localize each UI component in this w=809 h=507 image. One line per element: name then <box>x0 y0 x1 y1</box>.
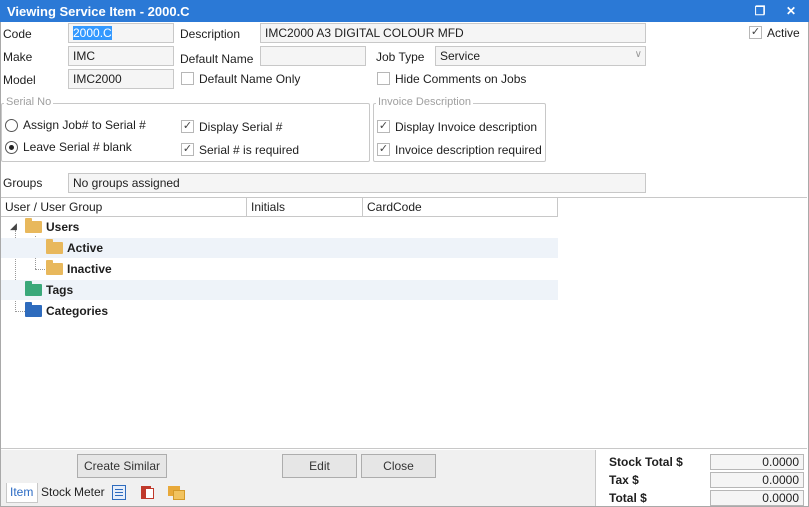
serial-required-label: Serial # is required <box>199 143 300 157</box>
folder-icon <box>46 260 63 275</box>
active-label: Active <box>767 26 800 40</box>
default-name-only-label: Default Name Only <box>199 72 301 86</box>
description-label: Description <box>180 27 241 41</box>
default-name-only-checkbox[interactable] <box>181 72 194 85</box>
job-type-value: Service <box>440 49 481 63</box>
make-label: Make <box>3 50 33 64</box>
close-icon[interactable]: ✕ <box>783 3 799 19</box>
tax-value: 0.0000 <box>710 472 804 488</box>
tree-row-label: Inactive <box>67 262 112 276</box>
total-label: Total $ <box>609 491 647 505</box>
description-field[interactable]: IMC2000 A3 DIGITAL COLOUR MFD <box>260 23 646 43</box>
tree-row-inactive[interactable]: Inactive <box>1 259 558 279</box>
display-invoice-description-checkbox[interactable]: ✓ <box>377 120 390 133</box>
user-group-tree-grid: User / User Group Initials CardCode ◢ Us… <box>1 197 807 449</box>
display-serial-label: Display Serial # <box>199 120 283 134</box>
grid-header: User / User Group Initials CardCode <box>1 198 558 217</box>
total-value: 0.0000 <box>710 490 804 506</box>
folders-icon[interactable] <box>168 484 186 500</box>
tree-row-label: Categories <box>46 304 109 318</box>
tree-row-tags[interactable]: Tags <box>1 280 558 300</box>
create-similar-button[interactable]: Create Similar <box>77 454 167 478</box>
default-name-label: Default Name <box>180 52 254 66</box>
serial-required-checkbox[interactable]: ✓ <box>181 143 194 156</box>
groups-label: Groups <box>3 176 43 190</box>
folder-icon <box>25 218 42 233</box>
serial-no-group-title: Serial No <box>4 96 54 108</box>
tree-row-label: Active <box>67 241 104 255</box>
chevron-down-icon: ∨ <box>634 49 642 60</box>
clipboard-icon[interactable] <box>141 485 155 500</box>
model-field[interactable]: IMC2000 <box>68 69 174 89</box>
tax-label: Tax $ <box>609 473 639 487</box>
assign-serial-radio[interactable] <box>5 119 18 132</box>
stock-total-label: Stock Total $ <box>609 455 683 469</box>
default-name-field[interactable] <box>260 46 366 66</box>
display-invoice-description-label: Display Invoice description <box>395 120 538 134</box>
edit-button[interactable]: Edit <box>282 454 357 478</box>
leave-serial-blank-radio[interactable] <box>5 141 18 154</box>
tree-row-label: Tags <box>46 283 74 297</box>
folder-icon <box>25 302 42 317</box>
invoice-description-required-label: Invoice description required <box>395 143 542 157</box>
job-type-label: Job Type <box>376 50 425 64</box>
tab-stock[interactable]: Stock <box>38 483 71 503</box>
tree-row-categories[interactable]: Categories <box>1 301 558 321</box>
tree-row-label: Users <box>46 220 80 234</box>
column-header-user-group[interactable]: User / User Group <box>1 198 247 216</box>
make-field[interactable]: IMC <box>68 46 174 66</box>
code-value: 2000.C <box>73 26 112 40</box>
column-header-cardcode[interactable]: CardCode <box>363 198 558 216</box>
invoice-description-required-checkbox[interactable]: ✓ <box>377 143 390 156</box>
invoice-description-group-title: Invoice Description <box>376 96 473 108</box>
assign-serial-label: Assign Job# to Serial # <box>23 118 146 132</box>
folder-icon <box>25 281 42 296</box>
tree-row-users[interactable]: ◢ Users <box>1 217 558 237</box>
title-bar: Viewing Service Item - 2000.C ❐ ✕ <box>0 0 809 22</box>
hide-comments-checkbox[interactable] <box>377 72 390 85</box>
expand-triangle-icon[interactable]: ◢ <box>10 221 17 232</box>
stock-total-value: 0.0000 <box>710 454 804 470</box>
tree-row-active[interactable]: Active <box>1 238 558 258</box>
document-list-icon[interactable] <box>112 485 126 500</box>
groups-field[interactable]: No groups assigned <box>68 173 646 193</box>
display-serial-checkbox[interactable]: ✓ <box>181 120 194 133</box>
restore-icon[interactable]: ❐ <box>752 3 768 19</box>
folder-icon <box>46 239 63 254</box>
code-field[interactable]: 2000.C <box>68 23 174 43</box>
column-header-initials[interactable]: Initials <box>247 198 363 216</box>
active-checkbox[interactable]: ✓ <box>749 26 762 39</box>
tab-item[interactable]: Item <box>6 483 38 503</box>
tab-meter[interactable]: Meter <box>71 483 107 503</box>
code-label: Code <box>3 27 32 41</box>
job-type-select[interactable]: Service ∨ <box>435 46 646 66</box>
close-button[interactable]: Close <box>361 454 436 478</box>
window-title: Viewing Service Item - 2000.C <box>7 4 190 19</box>
model-label: Model <box>3 73 36 87</box>
leave-serial-blank-label: Leave Serial # blank <box>23 140 132 154</box>
hide-comments-label: Hide Comments on Jobs <box>395 72 527 86</box>
